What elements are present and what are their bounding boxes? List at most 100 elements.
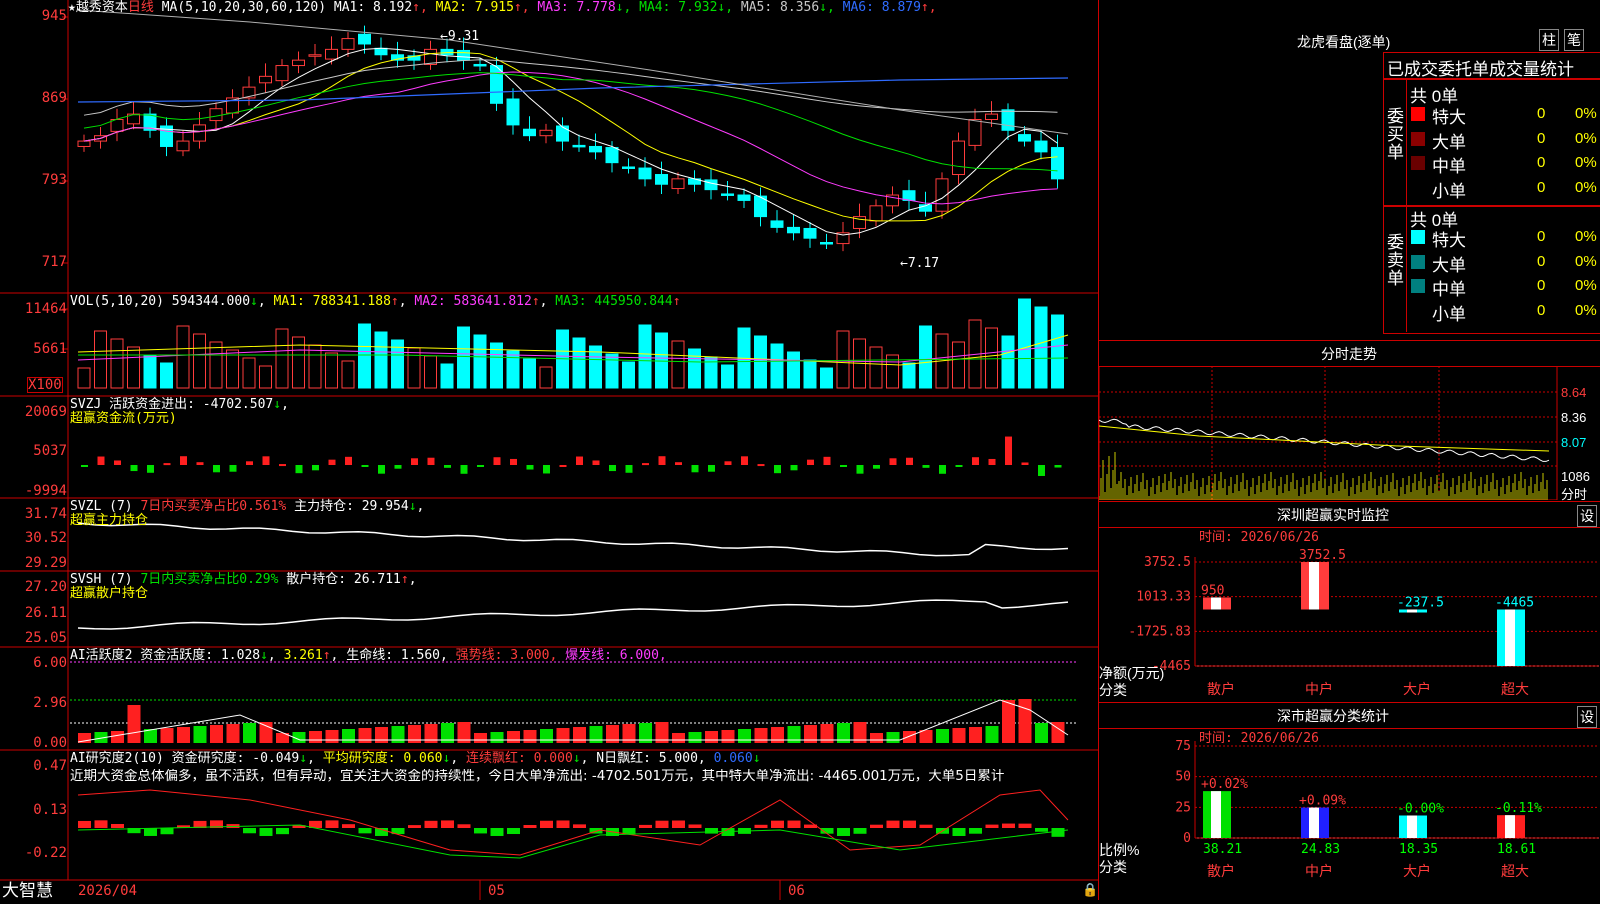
flow-bar (361, 465, 369, 467)
candle (655, 174, 668, 185)
flow-bar (1054, 465, 1062, 468)
intraday-price-line (1099, 418, 1550, 462)
activity-bar (226, 724, 240, 743)
tick-view-button[interactable]: 笔 (1564, 29, 1584, 51)
chart-tick-label: 75 (1175, 740, 1191, 754)
research-bar (919, 824, 933, 828)
flow-bar (675, 462, 682, 465)
research-bar (787, 820, 801, 828)
research-bar (853, 828, 867, 834)
stock-name[interactable]: 越秀资本 (76, 0, 128, 15)
classify-chart: 75 50 25 0 38.21 散户 24.83 中户 18.35 大户 18.61 超大 +0.02… (1175, 740, 1599, 879)
order-size-label: 中单 (1432, 280, 1466, 299)
candle (572, 144, 586, 148)
research-bar (870, 824, 883, 828)
candle (638, 167, 652, 180)
svzj-tick: 20069 (24, 404, 67, 420)
svzl-tick: 29.29 (24, 555, 67, 571)
volume-bar (473, 334, 487, 389)
ai-research-header: AI研究度2(10) 资金研究度: -0.049↓, 平均研究度: 0.060↓… (70, 751, 761, 766)
bar-value-label: 38.21 (1203, 842, 1242, 857)
volume-bar (902, 362, 916, 389)
activity-bar (936, 729, 949, 743)
research-bar (573, 824, 586, 828)
ai-research-tick: 0.13 (33, 802, 67, 818)
flow-bar (262, 456, 270, 465)
candle (358, 33, 371, 45)
svzl-sub: 超赢主力持仓 (70, 513, 149, 528)
flow-bar (906, 457, 913, 465)
intraday-price: 8.07 (1561, 435, 1587, 450)
candle (1034, 140, 1048, 153)
activity-bar (177, 727, 190, 743)
candle (473, 63, 487, 67)
legend-swatch (1411, 156, 1425, 170)
flow-bar (477, 465, 484, 467)
flow-bar (939, 465, 946, 474)
research-bar (408, 825, 421, 828)
flow-bar (559, 464, 567, 467)
flow-bar (889, 458, 897, 465)
lock-icon[interactable]: 🔒 (1082, 884, 1098, 898)
period-label[interactable]: 日线 (128, 0, 154, 15)
candle (605, 147, 619, 164)
svsh-tick: 25.05 (24, 630, 67, 646)
bar-value-label: 24.83 (1301, 842, 1340, 857)
flow-bar (691, 465, 699, 473)
activity-bar (358, 728, 372, 743)
bar-change-label: +0.09% (1299, 794, 1346, 809)
svzl-header: SVZL (7) 7日内买卖净占比0.561% 主力持仓: 29.954↓, (70, 499, 425, 514)
candle (457, 49, 470, 61)
flow-bar (576, 456, 583, 465)
bar-change-label: -0.11% (1495, 801, 1542, 816)
research-bar (160, 828, 174, 835)
activity-bar (672, 733, 685, 743)
legend-swatch (1411, 279, 1425, 293)
research-bar (655, 820, 669, 828)
ma-value-6: MA6: 8.879 (834, 0, 921, 15)
volume-bar (869, 346, 883, 389)
svzj-header: SVZJ 活跃资金进出: -4702.507↓, (70, 397, 289, 412)
classify-xlabel: 分类 (1099, 859, 1127, 875)
research-bar (474, 828, 487, 834)
volume-bar (572, 337, 586, 389)
monitor-settings-button[interactable]: 设 (1577, 505, 1597, 527)
svzl-tick: 31.74 (24, 506, 67, 522)
order-pct: 0% (1575, 277, 1597, 294)
bar-view-button[interactable]: 柱 (1539, 29, 1559, 51)
order-pct: 0% (1575, 129, 1597, 147)
candle (77, 140, 91, 147)
flow-bar (840, 465, 847, 467)
candle (737, 194, 751, 201)
vol-tick: 11464 (24, 301, 67, 317)
flow-bar (97, 456, 105, 465)
ai-active-tick: 0.00 (33, 735, 67, 751)
activity-bar (540, 729, 553, 743)
ai-active-tick: 2.96 (33, 695, 67, 711)
research-bar (1002, 823, 1015, 828)
candle (539, 129, 553, 137)
intraday-chart[interactable] (1099, 366, 1600, 500)
vol-unit[interactable]: X100 (27, 377, 63, 393)
activity-bar (507, 731, 520, 743)
research-bar (507, 828, 520, 835)
month-label: 06 (788, 883, 805, 899)
volume-bar (688, 348, 701, 389)
legend-swatch (1411, 131, 1425, 146)
activity-bar (111, 731, 124, 743)
category-bar-highlight (1505, 609, 1515, 666)
classify-settings-button[interactable]: 设 (1577, 706, 1597, 728)
flow-bar (163, 463, 171, 466)
order-size-label: 大单 (1432, 132, 1466, 152)
category-label: 超大 (1501, 681, 1529, 697)
candle (440, 48, 454, 56)
volume-bar (1018, 298, 1031, 389)
holding-line (77, 522, 1069, 557)
order-size-label: 特大 (1432, 108, 1466, 127)
svsh-sub: 超赢散户持仓 (70, 586, 149, 601)
svzj-tick: -9994 (24, 483, 67, 499)
kline-chart-area[interactable]: ★越秀资本日线 MA(5,10,20,30,60,120) MA1: 8.192… (0, 0, 1098, 900)
brand-label: 大智慧 (2, 881, 53, 901)
legend-swatch (1411, 180, 1425, 195)
candle (424, 48, 437, 65)
